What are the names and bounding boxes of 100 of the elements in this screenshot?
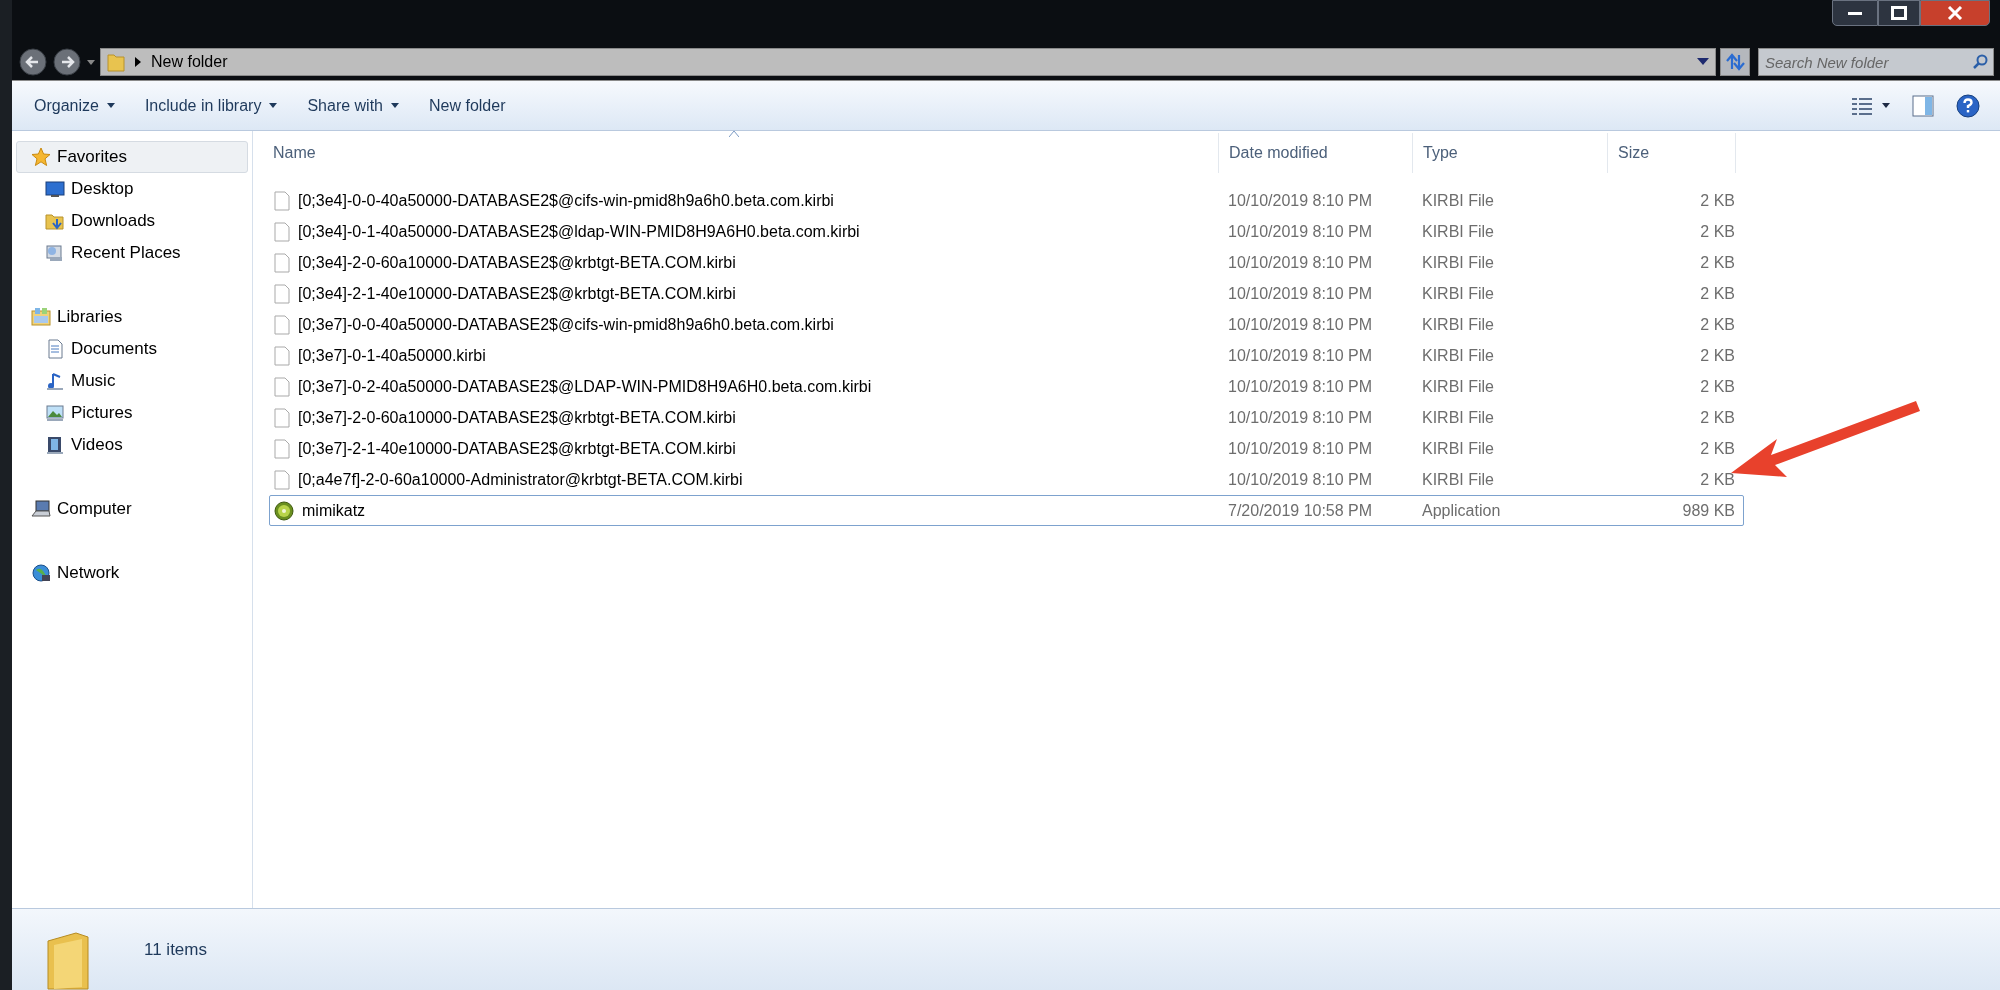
table-cell-text: 2 KB: [1699, 407, 1735, 428]
file-icon: [274, 190, 290, 211]
navigation-item[interactable]: Documents: [16, 333, 248, 365]
file-name: [0;3e7]-2-1-40e10000-DATABASE2$@krbtgt-BETA.COM.kirbi: [298, 438, 736, 459]
table-cell-text: 2 KB: [1699, 438, 1735, 459]
caret-icon: [269, 103, 278, 108]
search-field[interactable]: Search New folder: [1758, 48, 1994, 76]
file-row[interactable]: [0;3e4]-0-1-40a50000-DATABASE2$@ldap-WIN-PMID8H9A6H0.beta.com.kirbi 10/10/2019 8:10 PM KIRBI File 2 KB: [269, 216, 1744, 247]
file-icon: [274, 469, 290, 490]
navigation-item[interactable]: Desktop: [16, 173, 248, 205]
navigation-item[interactable]: Pictures: [16, 397, 248, 429]
file-row[interactable]: [0;3e7]-0-0-40a50000-DATABASE2$@cifs-win-pmid8h9a6h0.beta.com.kirbi 10/10/2019 8:10 PM KIRBI File 2 KB: [269, 309, 1744, 340]
back-button[interactable]: [18, 47, 48, 77]
table-cell-text: 2 KB: [1699, 469, 1735, 490]
table-cell-text: KIRBI File: [1422, 469, 1495, 490]
navigation-item[interactable]: Libraries: [16, 301, 248, 333]
file-row[interactable]: [0;3e7]-0-1-40a50000.kirbi 10/10/2019 8:10 PM KIRBI File 2 KB: [269, 340, 1744, 371]
refresh-icon: [1725, 53, 1745, 71]
column-header[interactable]: Name: [253, 133, 1219, 173]
file-row[interactable]: [0;3e4]-2-1-40e10000-DATABASE2$@krbtgt-BETA.COM.kirbi 10/10/2019 8:10 PM KIRBI File 2 KB: [269, 278, 1744, 309]
navigation-item[interactable]: Downloads: [16, 205, 248, 237]
table-cell-text: 10/10/2019 8:10 PM: [1228, 314, 1374, 335]
column-header[interactable]: Size: [1608, 133, 1736, 173]
file-name: [0;3e4]-2-1-40e10000-DATABASE2$@krbtgt-BETA.COM.kirbi: [298, 283, 736, 304]
table-cell-text: 2 KB: [1699, 190, 1735, 211]
picture-icon: [45, 403, 65, 423]
caret-icon: [391, 103, 399, 108]
file-name: [0;3e4]-0-0-40a50000-DATABASE2$@cifs-win-pmid8h9a6h0.beta.com.kirbi: [298, 190, 834, 211]
film-icon: [45, 435, 65, 455]
document-icon: [45, 339, 65, 359]
table-cell-text: 10/10/2019 8:10 PM: [1228, 376, 1374, 397]
navigation-item[interactable]: Recent Places: [16, 237, 248, 269]
dropdown-icon[interactable]: [1697, 58, 1709, 66]
maximize-icon: [1891, 6, 1907, 20]
table-cell-text: 10/10/2019 8:10 PM: [1228, 252, 1374, 273]
toolbar-button[interactable]: Include in library: [132, 88, 290, 123]
table-cell-text: 2 KB: [1699, 314, 1735, 335]
navigation-item[interactable]: Music: [16, 365, 248, 397]
file-name: [0;3e7]-0-1-40a50000.kirbi: [298, 345, 486, 366]
column-header[interactable]: Date modified: [1219, 133, 1413, 173]
file-name: mimikatz: [302, 500, 366, 521]
file-row[interactable]: mimikatz 7/20/2019 10:58 PM Application 989 KB: [269, 495, 1744, 526]
file-icon: [274, 252, 290, 273]
file-icon: [274, 221, 290, 242]
address-bar[interactable]: New folder: [100, 48, 1716, 76]
minimize-icon: [1847, 10, 1863, 16]
navigation-item[interactable]: Computer: [16, 493, 248, 525]
table-cell-text: 10/10/2019 8:10 PM: [1228, 283, 1374, 304]
file-row[interactable]: [0;3e4]-2-0-60a10000-DATABASE2$@krbtgt-BETA.COM.kirbi 10/10/2019 8:10 PM KIRBI File 2 KB: [269, 247, 1744, 278]
item-count: 11 items: [144, 939, 207, 961]
star-icon: [31, 147, 51, 167]
refresh-button[interactable]: [1720, 48, 1750, 76]
toolbar-button[interactable]: New folder: [417, 88, 518, 123]
computer-icon: [31, 499, 51, 519]
toolbar-button[interactable]: Organize: [22, 88, 127, 123]
file-name: [0;3e4]-0-1-40a50000-DATABASE2$@ldap-WIN-PMID8H9A6H0.beta.com.kirbi: [298, 221, 860, 242]
table-cell-text: 10/10/2019 8:10 PM: [1228, 407, 1374, 428]
file-row[interactable]: [0;3e7]-2-1-40e10000-DATABASE2$@krbtgt-BETA.COM.kirbi 10/10/2019 8:10 PM KIRBI File 2 KB: [269, 433, 1744, 464]
file-icon: [274, 438, 290, 459]
view-options-icon[interactable]: [1852, 96, 1872, 115]
table-cell-text: KIRBI File: [1422, 438, 1495, 459]
help-icon[interactable]: [1956, 93, 1980, 118]
toolbar-button[interactable]: Share with: [295, 88, 411, 123]
caret-icon[interactable]: [86, 57, 96, 67]
table-cell-text: 2 KB: [1699, 283, 1735, 304]
table-cell-text: KIRBI File: [1422, 376, 1495, 397]
table-cell-text: KIRBI File: [1422, 345, 1495, 366]
table-cell-text: 10/10/2019 8:10 PM: [1228, 469, 1374, 490]
table-cell-text: 2 KB: [1699, 221, 1735, 242]
file-row[interactable]: [0;a4e7f]-2-0-60a10000-Administrator@krbtgt-BETA.COM.kirbi 10/10/2019 8:10 PM KIRBI File 2 KB: [269, 464, 1744, 495]
table-cell-text: 10/10/2019 8:10 PM: [1228, 221, 1374, 242]
table-cell-text: KIRBI File: [1422, 252, 1495, 273]
table-cell-text: 10/10/2019 8:10 PM: [1228, 438, 1374, 459]
folder-icon: [107, 52, 125, 72]
file-row[interactable]: [0;3e4]-0-0-40a50000-DATABASE2$@cifs-win-pmid8h9a6h0.beta.com.kirbi 10/10/2019 8:10 PM KIRBI File 2 KB: [269, 185, 1744, 216]
desktop-icon: [45, 179, 65, 199]
navigation-item[interactable]: Favorites: [16, 141, 248, 173]
file-row[interactable]: [0;3e7]-2-0-60a10000-DATABASE2$@krbtgt-BETA.COM.kirbi 10/10/2019 8:10 PM KIRBI File 2 KB: [269, 402, 1744, 433]
file-row[interactable]: [0;3e7]-0-2-40a50000-DATABASE2$@LDAP-WIN-PMID8H9A6H0.beta.com.kirbi 10/10/2019 8:10 PM KIRBI File 2 KB: [269, 371, 1744, 402]
recent-places-icon: [45, 243, 65, 263]
maximize-button[interactable]: [1878, 0, 1920, 26]
table-cell-text: KIRBI File: [1422, 221, 1495, 242]
close-icon: [1947, 6, 1963, 20]
navigation-item[interactable]: Videos: [16, 429, 248, 461]
table-cell-text: 2 KB: [1699, 376, 1735, 397]
forward-button[interactable]: [52, 47, 82, 77]
chevron-icon: [135, 57, 141, 67]
caret-icon: [106, 103, 115, 108]
kiwi-icon: [274, 500, 294, 521]
minimize-button[interactable]: [1832, 0, 1878, 26]
file-name: [0;3e7]-2-0-60a10000-DATABASE2$@krbtgt-BETA.COM.kirbi: [298, 407, 736, 428]
search-icon: [1972, 54, 1988, 70]
column-header[interactable]: Type: [1413, 133, 1608, 173]
table-cell-text: KIRBI File: [1422, 407, 1495, 428]
file-icon: [274, 376, 290, 397]
caret-icon[interactable]: [1882, 103, 1890, 108]
folder-icon: [46, 931, 90, 990]
navigation-item[interactable]: Network: [16, 557, 248, 589]
file-icon: [274, 283, 290, 304]
close-button[interactable]: [1920, 0, 1990, 26]
